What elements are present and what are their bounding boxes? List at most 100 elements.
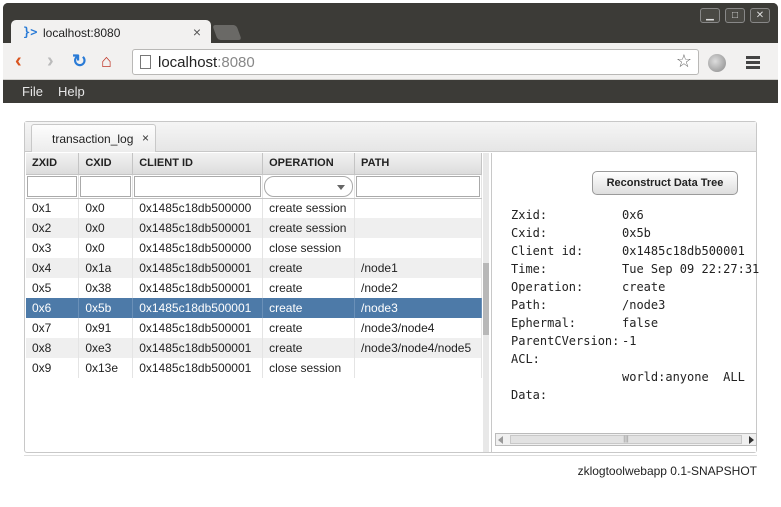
detail-field: Cxid: 0x5b	[511, 226, 651, 240]
maximize-button[interactable]: □	[725, 8, 745, 23]
extension-globe-icon[interactable]	[708, 54, 726, 72]
detail-field: Client id: 0x1485c18db500001	[511, 244, 745, 258]
table-cell: /node3	[354, 298, 482, 318]
close-window-button[interactable]: ✕	[750, 8, 770, 23]
column-header[interactable]: OPERATION	[262, 153, 356, 175]
tab-transaction-log[interactable]: transaction_log ×	[31, 124, 156, 152]
filter-operation-select[interactable]	[264, 175, 354, 197]
table-cell: create	[262, 318, 356, 338]
table-header: ZXID CXID CLIENT ID OPERATION PATH	[26, 153, 482, 175]
detail-horizontal-scrollbar[interactable]: |||	[495, 433, 757, 446]
table-cell: 0x1485c18db500001	[132, 298, 264, 318]
log-panel: transaction_log × ZXID CXID CLIENT ID OPERA…	[24, 121, 760, 453]
table-cell: /node3/node4/node5	[354, 338, 482, 358]
page-icon	[140, 55, 151, 69]
table-cell: 0x7	[26, 318, 80, 338]
forward-icon[interactable]: ›	[47, 51, 54, 71]
table-cell: 0x1485c18db500001	[132, 338, 264, 358]
table-row[interactable]: 0x2 0x0 0x1485c18db500001 create session	[26, 218, 482, 238]
table-row[interactable]: 0x3 0x0 0x1485c18db500000 close session	[26, 238, 482, 258]
detail-value: Tue Sep 09 22:27:31	[622, 262, 760, 276]
detail-field: Data:	[511, 388, 547, 402]
table-cell: 0x1485c18db500001	[132, 358, 264, 378]
new-tab-button[interactable]	[212, 25, 242, 40]
table-row[interactable]: 0x5 0x38 0x1485c18db500001 create/node2	[26, 278, 482, 298]
tab-title: localhost:8080	[43, 26, 121, 40]
table-cell: 0x0	[78, 198, 134, 218]
table-row[interactable]: 0x1 0x0 0x1485c18db500000 create session	[26, 198, 482, 218]
column-header[interactable]: ZXID	[26, 153, 80, 175]
detail-value: -1	[622, 334, 637, 348]
table-cell: create session	[262, 218, 356, 238]
scroll-left-icon[interactable]	[498, 436, 503, 444]
scrollbar-thumb[interactable]: |||	[510, 435, 742, 444]
detail-key: Ephermal:	[511, 316, 577, 330]
menu-file[interactable]: File	[22, 84, 43, 99]
detail-key: ParentCVersion:	[511, 334, 620, 348]
detail-field: Zxid: 0x6	[511, 208, 644, 222]
table-cell: 0x13e	[78, 358, 134, 378]
scroll-right-icon[interactable]	[749, 436, 754, 444]
detail-field: Ephermal: false	[511, 316, 658, 330]
table-cell: 0x0	[78, 238, 134, 258]
table-cell: 0x4	[26, 258, 80, 278]
tab-close-icon[interactable]: ×	[193, 24, 201, 40]
table-cell: 0x1485c18db500001	[132, 218, 264, 238]
detail-value: 0x5b	[622, 226, 651, 240]
bookmark-star-icon[interactable]: ☆	[676, 51, 692, 72]
column-header[interactable]: PATH	[354, 153, 482, 175]
table-row[interactable]: 0x9 0x13e 0x1485c18db500001 close session	[26, 358, 482, 378]
app-menubar: File Help	[3, 81, 778, 103]
table-cell: 0x91	[78, 318, 134, 338]
detail-key: Path:	[511, 298, 548, 312]
table-row[interactable]: 0x6 0x5b 0x1485c18db500001 create/node3	[26, 298, 482, 318]
table-row[interactable]: 0x4 0x1a 0x1485c18db500001 create/node1	[26, 258, 482, 278]
table-cell: create	[262, 298, 356, 318]
home-icon[interactable]: ⌂	[101, 51, 112, 71]
reload-icon[interactable]: ↻	[72, 51, 87, 71]
minimize-button[interactable]: ▁	[700, 8, 720, 23]
close-icon[interactable]: ×	[142, 131, 149, 145]
table-scrollbar[interactable]	[483, 153, 489, 452]
column-header[interactable]: CXID	[78, 153, 134, 175]
table-row[interactable]: 0x8 0xe3 0x1485c18db500001 create/node3/nod…	[26, 338, 482, 358]
table-cell: close session	[262, 238, 356, 258]
detail-value: world:anyone ALL	[622, 370, 745, 384]
table-cell: 0x1485c18db500000	[132, 198, 264, 218]
reconstruct-data-tree-button[interactable]: Reconstruct Data Tree	[592, 171, 738, 195]
column-header[interactable]: CLIENT ID	[132, 153, 264, 175]
table-cell: 0x1485c18db500001	[132, 278, 264, 298]
table-cell: 0x1485c18db500000	[132, 238, 264, 258]
filter-cxid-input[interactable]	[80, 175, 132, 197]
scrollbar-thumb[interactable]	[483, 263, 489, 335]
detail-value: 0x6	[622, 208, 644, 222]
detail-pane: Reconstruct Data Tree Zxid: 0x6 Cxid: 0x5b C…	[491, 153, 760, 452]
table-cell	[354, 198, 482, 218]
filter-path-input[interactable]	[356, 175, 480, 197]
transaction-table: ZXID CXID CLIENT ID OPERATION PATH 0x1 0x0 0x1…	[26, 153, 484, 452]
table-cell: create	[262, 278, 356, 298]
table-cell: 0x3	[26, 238, 80, 258]
table-cell: 0x5b	[78, 298, 134, 318]
page-content: transaction_log × ZXID CXID CLIENT ID OPERA…	[3, 103, 778, 503]
panel-tab-bar: transaction_log ×	[25, 122, 756, 152]
detail-key: Data:	[511, 388, 548, 402]
filter-client-id-input[interactable]	[134, 175, 262, 197]
menu-help[interactable]: Help	[58, 84, 85, 99]
detail-key: Client id:	[511, 244, 584, 258]
table-cell	[354, 218, 482, 238]
table-cell: create	[262, 338, 356, 358]
table-row[interactable]: 0x7 0x91 0x1485c18db500001 create/node3/nod…	[26, 318, 482, 338]
address-bar[interactable]: localhost:8080 ☆	[132, 49, 699, 75]
table-cell: /node1	[354, 258, 482, 278]
table-cell: 0x0	[78, 218, 134, 238]
table-cell: 0x1	[26, 198, 80, 218]
version-label: zklogtoolwebapp 0.1-SNAPSHOT	[577, 464, 757, 478]
table-cell: /node2	[354, 278, 482, 298]
table-cell: 0x1485c18db500001	[132, 318, 264, 338]
menu-icon[interactable]	[746, 56, 760, 71]
detail-value: false	[622, 316, 659, 330]
back-icon[interactable]: ‹	[15, 51, 22, 71]
filter-zxid-input[interactable]	[27, 175, 78, 197]
detail-key: ACL:	[511, 352, 540, 366]
